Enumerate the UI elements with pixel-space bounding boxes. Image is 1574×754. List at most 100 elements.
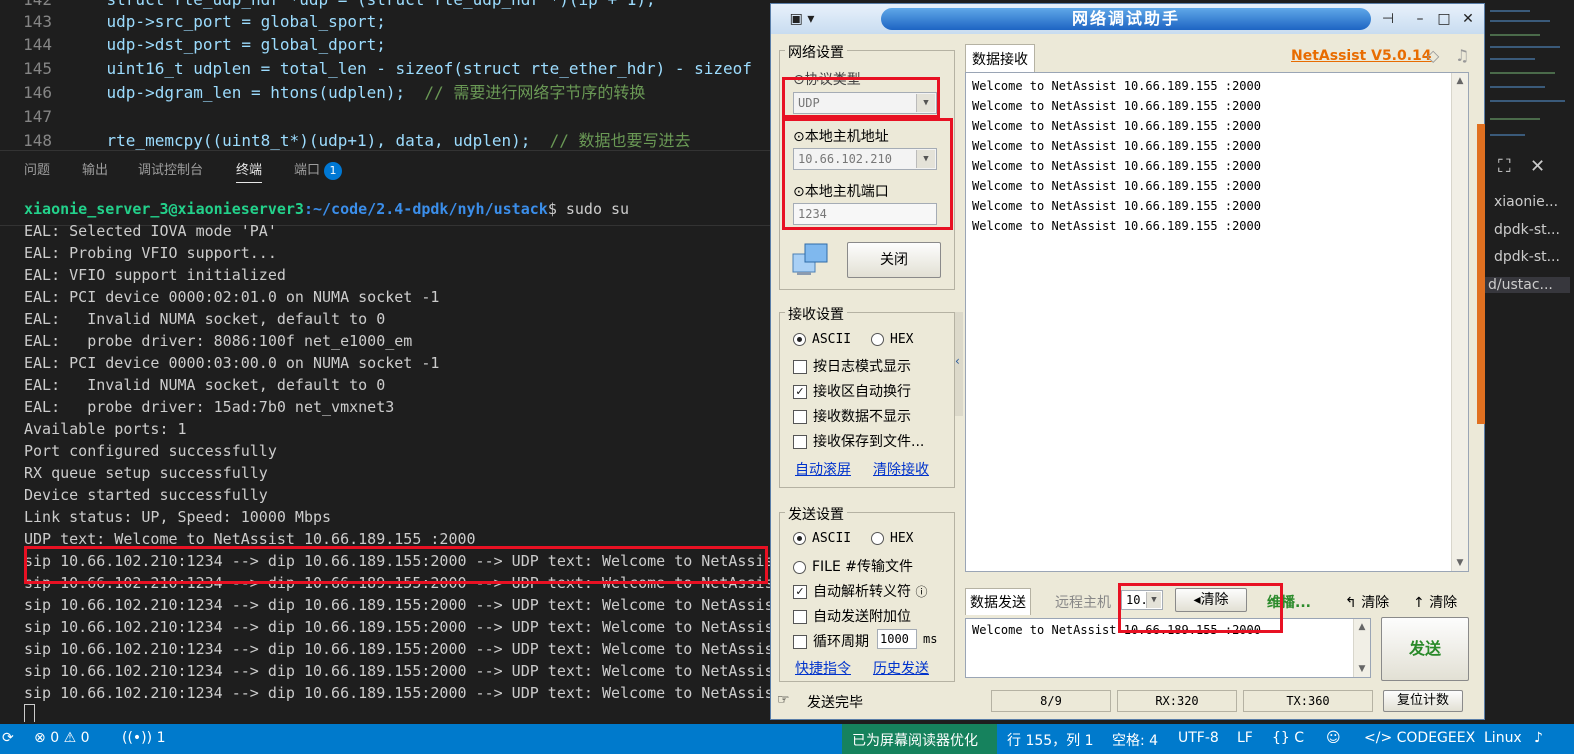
terminal-instance[interactable]: dpdk-st... xyxy=(1494,249,1560,265)
checkbox-icon xyxy=(793,610,807,624)
terminal-line: sip 10.66.102.210:1234 --> dip 10.66.189… xyxy=(24,618,770,636)
terminal-line: Link status: UP, Speed: 10000 Mbps xyxy=(24,508,332,526)
send-hex-label: HEX xyxy=(890,531,914,546)
terminal[interactable]: xiaonie_server_3@xiaonieserver3:~/code/2… xyxy=(0,192,770,722)
hide-data-label: 接收数据不显示 xyxy=(813,409,911,425)
braces-icon: {} xyxy=(1272,730,1290,746)
rx-count: RX:320 xyxy=(1117,690,1237,712)
netassist-status-bar: ☞ 发送完毕 8/9 RX:320 TX:360 复位计数 xyxy=(771,688,1484,718)
terminal-line: EAL: Selected IOVA mode 'PA' xyxy=(24,222,277,240)
app-menu-icon[interactable]: ▣ ▾ xyxy=(785,10,819,28)
close-icon[interactable]: ✕ xyxy=(1459,10,1477,28)
terminal-instance[interactable]: xiaonie... xyxy=(1494,194,1558,210)
scroll-up-icon[interactable]: ▲ xyxy=(1452,73,1468,89)
terminal-instance[interactable]: dpdk-st... xyxy=(1494,222,1560,238)
codegeex-label: CODEGEEX xyxy=(1396,730,1476,746)
auto-scroll-link[interactable]: 自动滚屏 xyxy=(795,459,851,479)
minimap-line xyxy=(1490,34,1540,36)
scroll-down-icon[interactable]: ▼ xyxy=(1452,555,1468,571)
clear-recv-link[interactable]: 清除接收 xyxy=(873,459,929,479)
checkbox-icon xyxy=(793,435,807,449)
ports-badge: 1 xyxy=(324,162,343,180)
end-of-line[interactable]: LF xyxy=(1237,730,1253,746)
pin-icon[interactable]: ⊣ xyxy=(1379,10,1397,28)
log-mode-checkbox[interactable]: 按日志模式显示 xyxy=(793,356,911,376)
auto-escape-checkbox[interactable]: ✓ 自动解析转义符 ⓘ xyxy=(793,581,927,601)
warning-count: 0 xyxy=(80,730,90,746)
tab-ports[interactable]: 端口 1 xyxy=(294,159,343,180)
maximize-panel-icon[interactable]: ⛶ xyxy=(1498,156,1511,177)
shortcuts-link[interactable]: 快捷指令 xyxy=(795,658,851,678)
reset-count-button[interactable]: 复位计数 xyxy=(1383,690,1463,712)
send-ascii-radio[interactable]: ASCII xyxy=(793,531,851,546)
checkbox-icon xyxy=(793,635,807,649)
collapse-arrow-icon[interactable]: ‹ xyxy=(955,354,960,368)
platform[interactable]: Linux xyxy=(1484,730,1522,746)
broadcast-icon: ((•)) xyxy=(122,730,153,746)
terminal-instance-active[interactable]: d/ustac... xyxy=(1484,277,1570,293)
recv-scrollbar[interactable]: ▲ ▼ xyxy=(1451,73,1468,571)
code-line: 147 xyxy=(23,107,52,126)
window-titlebar: ▣ ▾ 网络调试助手 ⊣ – □ ✕ xyxy=(771,4,1484,34)
side-handle[interactable] xyxy=(1477,124,1485,424)
scroll-down-icon[interactable]: ▼ xyxy=(1354,661,1370,677)
error-count: 0 xyxy=(50,730,60,746)
tab-terminal[interactable]: 终端 xyxy=(236,159,263,183)
highlight-box-protocol xyxy=(782,77,940,118)
save-to-file-checkbox[interactable]: 接收保存到文件... xyxy=(793,431,924,451)
maximize-icon[interactable]: □ xyxy=(1435,10,1453,28)
minimize-icon[interactable]: – xyxy=(1411,10,1429,28)
tab-output[interactable]: 输出 xyxy=(82,159,108,178)
send-hex-radio[interactable]: HEX xyxy=(871,531,913,546)
auto-wrap-checkbox[interactable]: ✓ 接收区自动换行 xyxy=(793,381,911,401)
clear-send-button-1[interactable]: ↰ 清除 xyxy=(1345,592,1389,612)
history-link[interactable]: 历史发送 xyxy=(873,658,929,678)
close-connection-button[interactable]: 关闭 xyxy=(847,242,941,278)
problems-indicator[interactable]: ⊗ 0 ⚠ 0 xyxy=(34,730,90,746)
encoding[interactable]: UTF-8 xyxy=(1178,730,1219,746)
diamond-icon[interactable]: ◇ xyxy=(1427,46,1439,65)
code-line: 143 udp->src_port = global_sport; xyxy=(23,12,386,31)
tab-data-receive[interactable]: 数据接收 xyxy=(965,44,1035,73)
indentation[interactable]: 空格: 4 xyxy=(1112,730,1158,750)
minimap-line xyxy=(1490,46,1560,48)
terminal-line: EAL: probe driver: 8086:100f net_e1000_e… xyxy=(24,332,413,350)
ports-indicator[interactable]: ((•)) 1 xyxy=(122,730,165,746)
close-panel-icon[interactable]: ✕ xyxy=(1530,156,1545,177)
screen-reader-status[interactable]: 已为屏幕阅读器优化 xyxy=(852,730,978,750)
tab-debug-console[interactable]: 调试控制台 xyxy=(138,159,203,178)
log-mode-label: 按日志模式显示 xyxy=(813,359,911,375)
code-line: 145 uint16_t udplen = total_len - sizeof… xyxy=(23,59,752,78)
send-scrollbar[interactable]: ▲ ▼ xyxy=(1353,619,1370,677)
undo-icon: ↰ xyxy=(1345,595,1357,611)
radio-icon xyxy=(871,532,884,545)
tab-data-send[interactable]: 数据发送 xyxy=(965,588,1031,615)
copilot-icon[interactable]: ☺ xyxy=(1326,730,1341,746)
clear-send-button-2[interactable]: ↑ 清除 xyxy=(1413,592,1457,612)
terminal-cursor xyxy=(24,704,35,722)
recv-hex-radio[interactable]: HEX xyxy=(871,332,913,347)
cycle-checkbox[interactable]: 循环周期 xyxy=(793,631,869,651)
recv-ascii-radio[interactable]: ASCII xyxy=(793,332,851,347)
terminal-line: EAL: Invalid NUMA socket, default to 0 xyxy=(24,310,386,328)
codegeex-status[interactable]: </> CODEGEEX xyxy=(1364,730,1475,746)
append-check-checkbox[interactable]: 自动发送附加位 xyxy=(793,606,911,626)
version-link[interactable]: NetAssist V5.0.14 xyxy=(1291,48,1432,64)
receive-text-area[interactable]: Welcome to NetAssist 10.66.189.155 :2000… xyxy=(965,72,1469,572)
sync-icon[interactable]: ⟳ xyxy=(2,730,14,746)
tab-problems[interactable]: 问题 xyxy=(24,159,50,178)
hide-data-checkbox[interactable]: 接收数据不显示 xyxy=(793,406,911,426)
bell-icon[interactable]: ♫ xyxy=(1455,46,1469,65)
file-send-radio[interactable]: FILE #传输文件 xyxy=(793,556,913,576)
radio-selected-icon xyxy=(793,333,806,346)
language-mode[interactable]: {} C xyxy=(1272,730,1304,746)
send-button[interactable]: 发送 xyxy=(1381,617,1469,681)
tx-count: TX:360 xyxy=(1243,690,1373,712)
bell-icon[interactable]: ♪ xyxy=(1534,730,1543,746)
scroll-up-icon[interactable]: ▲ xyxy=(1354,619,1370,635)
net-settings-title: 网络设置 xyxy=(785,42,847,62)
minimap-line xyxy=(1490,134,1525,136)
cycle-period-input[interactable]: 1000 xyxy=(877,629,917,649)
checkbox-icon xyxy=(793,360,807,374)
cursor-position[interactable]: 行 155，列 1 xyxy=(1007,730,1094,750)
